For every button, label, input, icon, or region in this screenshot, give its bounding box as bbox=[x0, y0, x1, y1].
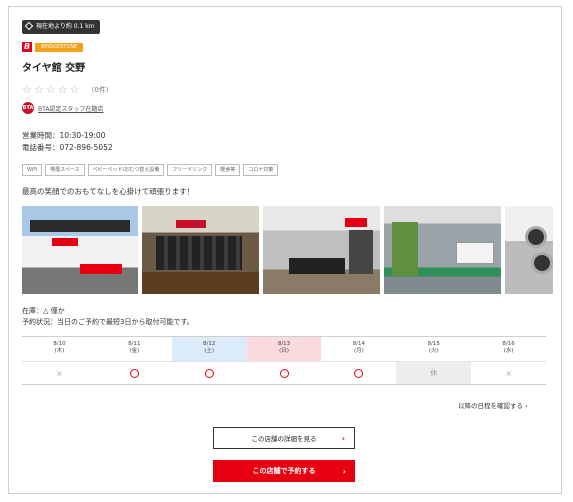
amenity-tags: WiFi 喫煙スペース ベビーベッド/おむつ替え設備 フリードリンク 軽食等 コ… bbox=[22, 164, 281, 176]
brand-row: B BRIDGESTONE bbox=[22, 42, 84, 52]
chevron-right-icon: › bbox=[341, 433, 345, 443]
photo-wheel-rack[interactable] bbox=[505, 206, 553, 294]
available-circle-icon bbox=[204, 368, 214, 378]
slot-available[interactable] bbox=[97, 362, 172, 384]
chevron-right-icon: › bbox=[525, 402, 528, 410]
slot-closed: 休 bbox=[396, 362, 472, 384]
calendar-header: 8/10 (木) 8/11 (金) 8/12 (土) 8/13 (日) 8/14 (月) … bbox=[22, 337, 546, 361]
slot-unavailable: × bbox=[56, 368, 63, 378]
slot-available[interactable] bbox=[321, 362, 396, 384]
calendar-day-header: 8/15 (火) bbox=[427, 341, 440, 354]
slot-available[interactable] bbox=[247, 362, 322, 384]
amenity-tag: 喫煙スペース bbox=[45, 164, 85, 176]
business-hours: 営業時間：10:30-19:00 bbox=[22, 131, 106, 140]
amenity-tag: WiFi bbox=[22, 164, 43, 176]
bta-staff-icon: BTA bbox=[22, 102, 34, 114]
store-detail-button[interactable]: この店舗の詳細を見る › bbox=[213, 427, 355, 449]
next-schedule-link[interactable]: 以降の日程を確認する › bbox=[458, 400, 528, 410]
reservation-status: 予約状況：当日のご予約で最短3日から取付可能です。 bbox=[22, 318, 194, 326]
photo-tire-display[interactable] bbox=[142, 206, 259, 294]
star-icon: ☆ bbox=[22, 83, 32, 96]
slot-unavailable: × bbox=[505, 368, 512, 378]
store-message: 最高の笑顔でのおもてなしを心掛けて頑張ります！ bbox=[22, 187, 195, 196]
calendar-day-header: 8/16 (水) bbox=[502, 341, 515, 354]
amenity-tag: コロナ対策 bbox=[243, 164, 279, 176]
amenity-tag: フリードリンク bbox=[167, 164, 213, 176]
photo-pit-service[interactable] bbox=[384, 206, 501, 294]
star-icon: ☆ bbox=[57, 83, 68, 96]
calendar-availability: × 休 × bbox=[22, 361, 546, 384]
calendar-day-header: 8/14 (月) bbox=[352, 341, 366, 354]
available-circle-icon bbox=[129, 368, 139, 378]
phone-number[interactable]: 電話番号：072-896-5052 bbox=[22, 142, 113, 154]
bridgestone-logo: B bbox=[22, 42, 32, 52]
slot-available[interactable] bbox=[172, 362, 247, 384]
chevron-right-icon: › bbox=[342, 466, 346, 476]
photo-gallery[interactable] bbox=[22, 206, 553, 294]
distance-badge: 現在地より約 0.1 km bbox=[22, 20, 100, 34]
reservation-calendar: 8/10 (木) 8/11 (金) 8/12 (土) 8/13 (日) 8/14 (月) … bbox=[22, 336, 546, 385]
reserve-button[interactable]: この店舗で予約する › bbox=[213, 460, 355, 482]
brand-tag: BRIDGESTONE bbox=[35, 42, 84, 52]
star-icon: ☆ bbox=[45, 83, 56, 96]
location-pin-icon bbox=[24, 21, 34, 31]
star-icon: ☆ bbox=[69, 83, 80, 96]
available-circle-icon bbox=[354, 368, 364, 378]
bta-staff-link[interactable]: BTA認定スタッフ在籍店 bbox=[38, 104, 103, 113]
store-name: タイヤ館 交野 bbox=[22, 63, 86, 74]
calendar-day-header: 8/12 (土) bbox=[171, 337, 247, 361]
review-count[interactable]: （0件） bbox=[87, 85, 112, 95]
photo-store-exterior[interactable] bbox=[22, 206, 138, 294]
calendar-day-header: 8/13 (日) bbox=[246, 337, 322, 361]
star-icon: ☆ bbox=[33, 83, 44, 96]
store-info: 営業時間：10:30-19:00 電話番号：072-896-5052 bbox=[22, 130, 113, 154]
amenity-tag: 軽食等 bbox=[215, 164, 241, 176]
calendar-day-header: 8/10 (木) bbox=[53, 341, 66, 354]
rating-stars: ☆ ☆ ☆ ☆ ☆ （0件） bbox=[22, 84, 113, 95]
stock-info: 在庫：△ 僅か 予約状況：当日のご予約で最短3日から取付可能です。 bbox=[22, 306, 194, 328]
calendar-day-header: 8/11 (金) bbox=[128, 341, 141, 354]
stock-status: 在庫：△ 僅か bbox=[22, 307, 65, 315]
photo-waiting-area[interactable] bbox=[263, 206, 380, 294]
available-circle-icon bbox=[279, 368, 289, 378]
amenity-tag: ベビーベッド/おむつ替え設備 bbox=[87, 164, 165, 176]
staff-badge-row: BTA BTA認定スタッフ在籍店 bbox=[22, 102, 103, 114]
